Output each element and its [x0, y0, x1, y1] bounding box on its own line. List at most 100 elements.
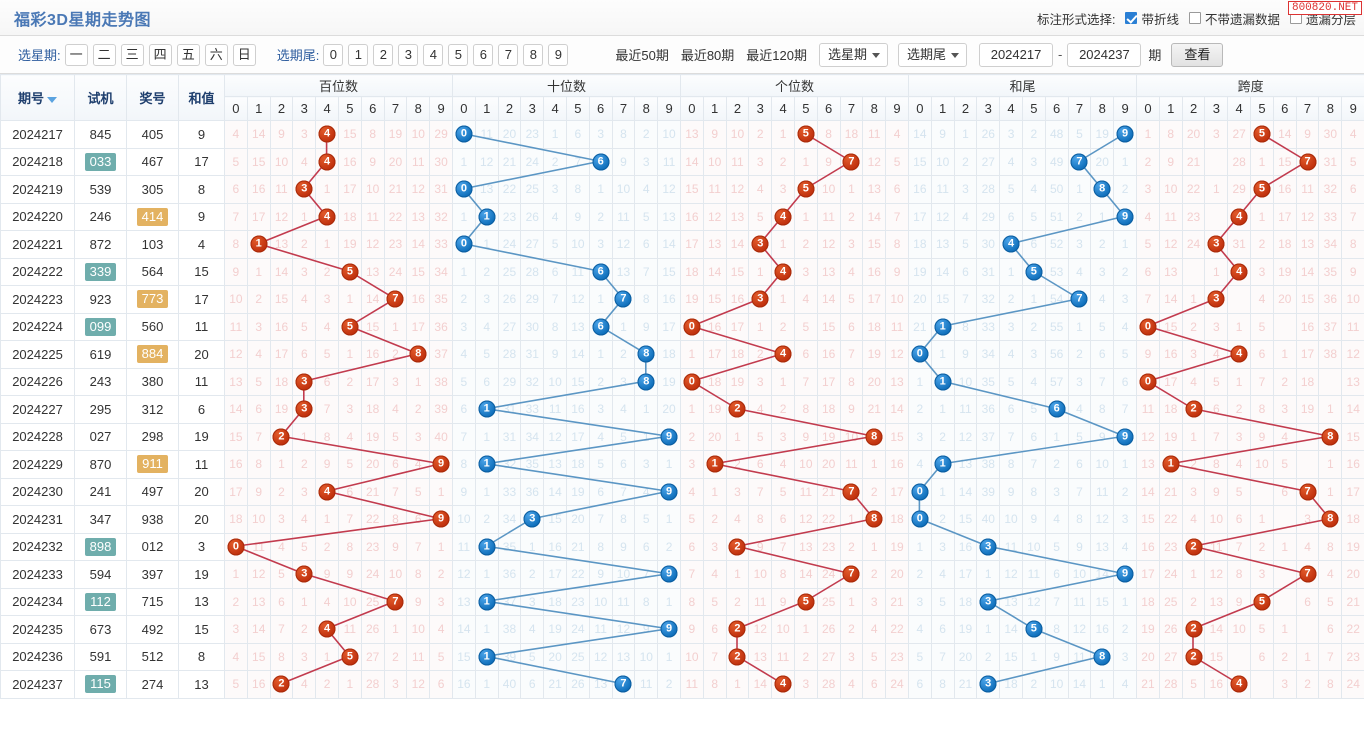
marked-ball[interactable]: 0 — [455, 235, 473, 253]
marked-ball[interactable]: 3 — [1207, 235, 1225, 253]
select-weekday-dropdown[interactable]: 选星期 — [819, 42, 889, 67]
marked-ball[interactable]: 0 — [911, 483, 929, 501]
marked-ball[interactable]: 7 — [842, 483, 860, 501]
checkbox-icon[interactable] — [1188, 12, 1201, 24]
marked-ball[interactable]: 0 — [683, 373, 701, 391]
marked-ball[interactable]: 9 — [660, 620, 678, 638]
marked-ball[interactable]: 0 — [227, 538, 245, 556]
weekday-btn-1[interactable]: 一 — [64, 43, 88, 66]
marked-ball[interactable]: 5 — [1025, 620, 1043, 638]
option-no-miss-data[interactable]: 不带遗漏数据 — [1188, 9, 1280, 28]
marked-ball[interactable]: 8 — [1321, 510, 1339, 528]
marked-ball[interactable]: 8 — [1321, 428, 1339, 446]
marked-ball[interactable]: 9 — [660, 565, 678, 583]
marked-ball[interactable]: 6 — [592, 263, 610, 281]
marked-ball[interactable]: 3 — [295, 180, 313, 198]
trend-table-container[interactable]: 期号 试机 奖号 和值 百位数 十位数 个位数 和尾 跨度 0123456789… — [0, 74, 1364, 746]
col-header-period[interactable]: 期号 — [0, 74, 75, 121]
marked-ball[interactable]: 3 — [295, 373, 313, 391]
table-row[interactable]: 2024231 347 938 20 18 10 3 4 1 7 22 8 6 9 10 2 34 3 15 20 7 8… — [0, 505, 1364, 534]
marked-ball[interactable]: 9 — [660, 483, 678, 501]
marked-ball[interactable]: 9 — [1116, 565, 1134, 583]
marked-ball[interactable]: 0 — [1139, 318, 1157, 336]
marked-ball[interactable]: 3 — [295, 565, 313, 583]
weekday-btn-2[interactable]: 二 — [92, 43, 116, 66]
tail-btn-0[interactable]: 0 — [323, 43, 344, 66]
weekday-btn-7[interactable]: 日 — [232, 43, 256, 66]
marked-ball[interactable]: 4 — [1230, 675, 1248, 693]
table-row[interactable]: 2024237 115 274 13 5 16 2 4 2 1 28 3 12 6 16 1 40 6 21 26 13… — [0, 670, 1364, 699]
marked-ball[interactable]: 3 — [751, 235, 769, 253]
marked-ball[interactable]: 0 — [455, 180, 473, 198]
marked-ball[interactable]: 9 — [660, 428, 678, 446]
view-button[interactable]: 查看 — [1171, 42, 1224, 67]
table-row[interactable]: 2024220 246 414 9 7 17 12 1 4 18 11 22 13 32 1 1 23 26 4 9 2… — [0, 202, 1364, 231]
marked-ball[interactable]: 7 — [386, 290, 404, 308]
marked-ball[interactable]: 7 — [1299, 483, 1317, 501]
marked-ball[interactable]: 7 — [386, 593, 404, 611]
marked-ball[interactable]: 2 — [1185, 620, 1203, 638]
marked-ball[interactable]: 3 — [979, 538, 997, 556]
marked-ball[interactable]: 1 — [1162, 455, 1180, 473]
marked-ball[interactable]: 1 — [478, 455, 496, 473]
marked-ball[interactable]: 9 — [432, 510, 450, 528]
marked-ball[interactable]: 8 — [637, 373, 655, 391]
tail-btn-8[interactable]: 8 — [523, 43, 544, 66]
table-row[interactable]: 2024222 339 564 15 9 1 14 3 2 5 13 24 15 34 1 2 25 28 6 11 6… — [0, 257, 1364, 286]
table-row[interactable]: 2024225 619 884 20 12 4 17 6 5 1 16 2 8 37 4 5 28 31 9 14 1 2… — [0, 340, 1364, 369]
marked-ball[interactable]: 3 — [1207, 290, 1225, 308]
table-row[interactable]: 2024221 872 103 4 8 1 13 2 1 19 12 23 14 33 0 1 24 27 5 10 3… — [0, 230, 1364, 259]
marked-ball[interactable]: 0 — [911, 345, 929, 363]
table-row[interactable]: 2024223 923 773 17 10 2 15 4 3 1 14 7 16 35 2 3 26 29 7 12 1… — [0, 285, 1364, 314]
marked-ball[interactable]: 4 — [318, 620, 336, 638]
marked-ball[interactable]: 8 — [409, 345, 427, 363]
marked-ball[interactable]: 6 — [592, 318, 610, 336]
marked-ball[interactable]: 2 — [272, 675, 290, 693]
marked-ball[interactable]: 5 — [341, 263, 359, 281]
marked-ball[interactable]: 5 — [1025, 263, 1043, 281]
marked-ball[interactable]: 5 — [797, 593, 815, 611]
marked-ball[interactable]: 9 — [1116, 428, 1134, 446]
marked-ball[interactable]: 2 — [272, 428, 290, 446]
marked-ball[interactable]: 5 — [1253, 593, 1271, 611]
marked-ball[interactable]: 2 — [728, 400, 746, 418]
marked-ball[interactable]: 4 — [1002, 235, 1020, 253]
tail-btn-9[interactable]: 9 — [548, 43, 569, 66]
table-row[interactable]: 2024226 243 380 11 13 5 18 3 6 2 17 3 1 38 5 6 29 32 10 15 2… — [0, 367, 1364, 396]
marked-ball[interactable]: 8 — [637, 345, 655, 363]
marked-ball[interactable]: 8 — [865, 428, 883, 446]
recent-50-link[interactable]: 最近50期 — [615, 45, 668, 64]
marked-ball[interactable]: 2 — [728, 648, 746, 666]
marked-ball[interactable]: 0 — [1139, 373, 1157, 391]
table-row[interactable]: 2024236 591 512 8 4 15 8 3 1 5 27 2 11 5 15 1 39 5 20 25 12 1… — [0, 642, 1364, 671]
marked-ball[interactable]: 4 — [318, 153, 336, 171]
recent-120-link[interactable]: 最近120期 — [746, 45, 807, 64]
marked-ball[interactable]: 4 — [318, 208, 336, 226]
tail-btn-2[interactable]: 2 — [373, 43, 394, 66]
table-row[interactable]: 2024224 099 560 11 11 3 16 5 4 5 15 1 17 36 3 4 27 30 8 13 6… — [0, 312, 1364, 341]
marked-ball[interactable]: 4 — [1230, 208, 1248, 226]
marked-ball[interactable]: 1 — [934, 455, 952, 473]
marked-ball[interactable]: 1 — [934, 373, 952, 391]
marked-ball[interactable]: 5 — [797, 125, 815, 143]
marked-ball[interactable]: 7 — [1299, 153, 1317, 171]
table-row[interactable]: 2024218 033 467 17 5 15 10 4 4 16 9 20 11 30 1 12 21 24 2 7… — [0, 147, 1364, 176]
tail-btn-1[interactable]: 1 — [348, 43, 369, 66]
table-row[interactable]: 2024219 539 305 8 6 16 11 3 1 17 10 21 12 31 0 13 22 25 3 8… — [0, 175, 1364, 204]
marked-ball[interactable]: 4 — [1230, 263, 1248, 281]
marked-ball[interactable]: 0 — [683, 318, 701, 336]
marked-ball[interactable]: 2 — [728, 620, 746, 638]
tail-btn-6[interactable]: 6 — [473, 43, 494, 66]
table-row[interactable]: 2024228 027 298 19 15 7 2 1 8 4 19 5 3 40 7 1 31 34 12 17 4 5… — [0, 422, 1364, 451]
weekday-btn-5[interactable]: 五 — [176, 43, 200, 66]
marked-ball[interactable]: 7 — [1299, 565, 1317, 583]
marked-ball[interactable]: 5 — [1253, 180, 1271, 198]
select-tail-dropdown[interactable]: 选期尾 — [898, 42, 968, 67]
marked-ball[interactable]: 1 — [478, 538, 496, 556]
marked-ball[interactable]: 1 — [706, 455, 724, 473]
table-row[interactable]: 2024230 241 497 20 17 9 2 3 4 6 21 7 5 1 9 1 33 36 14 19 6 7 4… — [0, 477, 1364, 506]
marked-ball[interactable]: 4 — [318, 125, 336, 143]
marked-ball[interactable]: 7 — [842, 565, 860, 583]
marked-ball[interactable]: 9 — [432, 455, 450, 473]
marked-ball[interactable]: 2 — [1185, 538, 1203, 556]
